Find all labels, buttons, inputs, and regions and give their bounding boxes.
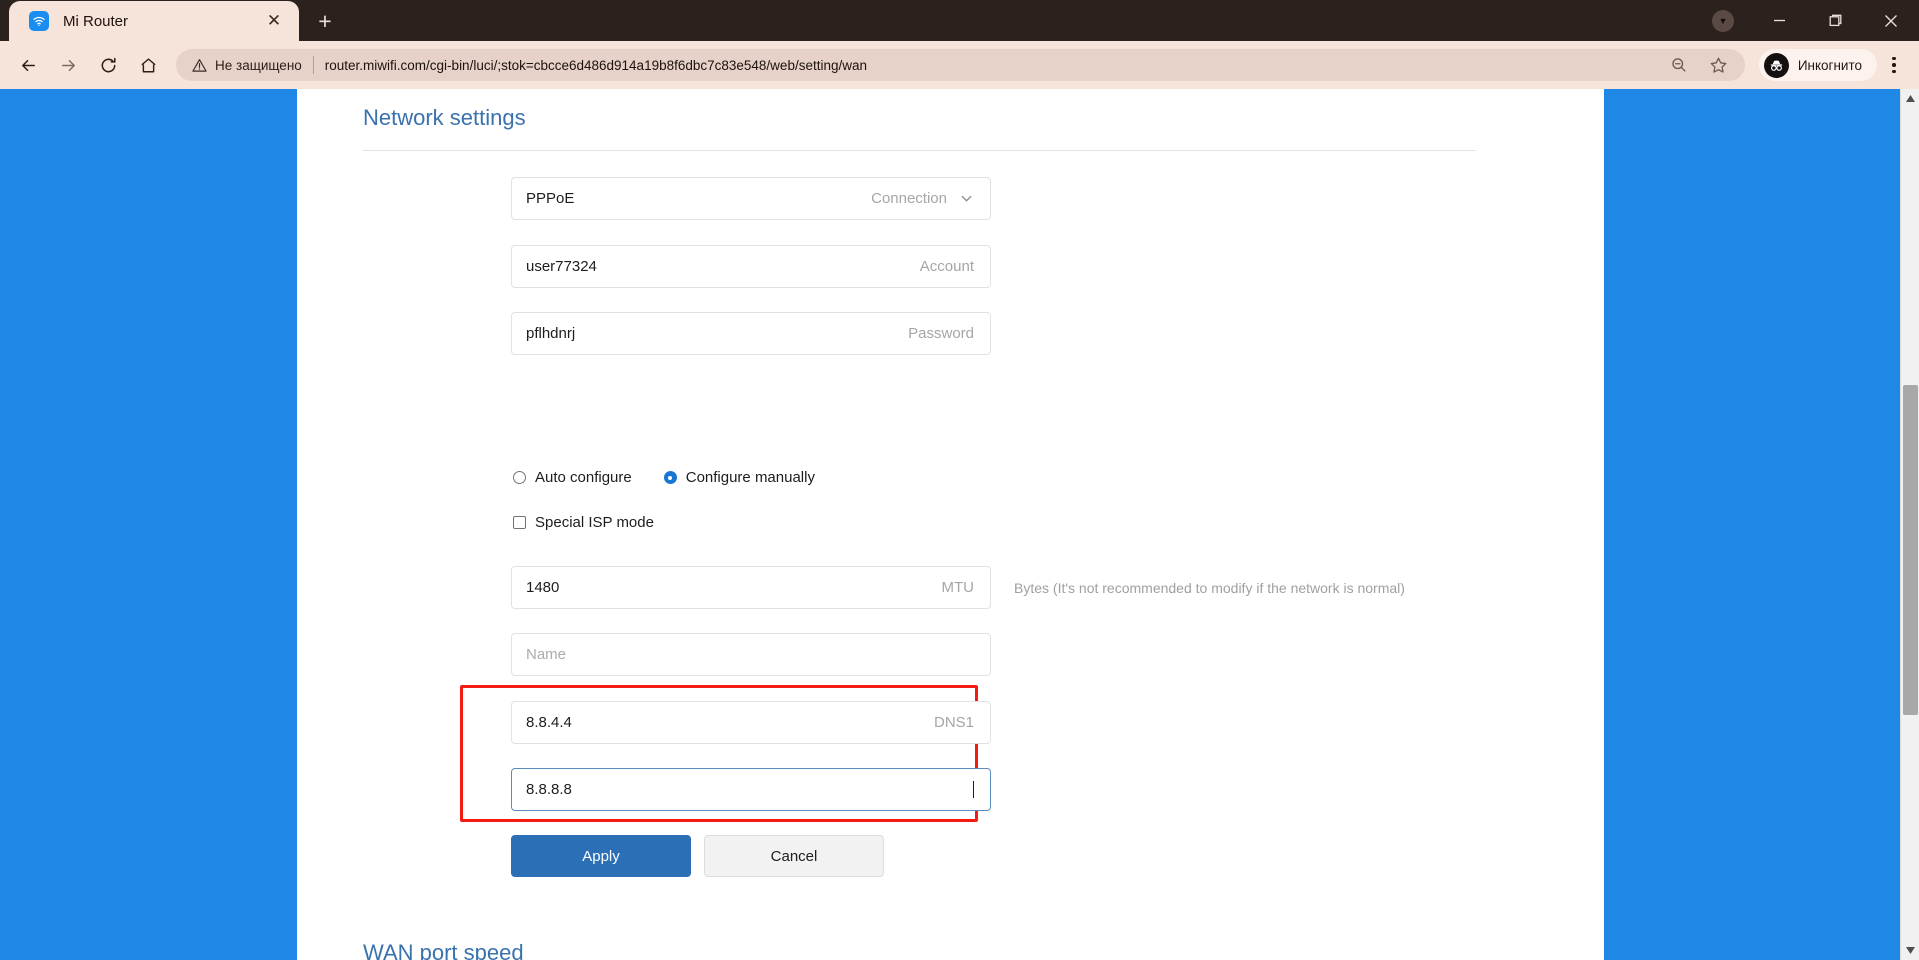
scroll-down-arrow-icon[interactable] <box>1901 941 1919 960</box>
special-isp-mode-row: Special ISP mode <box>513 514 686 531</box>
connection-select[interactable]: PPPoE Connection <box>511 177 991 220</box>
kebab-menu-icon[interactable] <box>1879 48 1909 82</box>
password-input[interactable]: pflhdnrj Password <box>511 312 991 355</box>
mtu-input[interactable]: 1480 MTU <box>511 566 991 609</box>
name-placeholder: Name <box>526 646 567 663</box>
new-tab-button[interactable]: + <box>308 4 342 38</box>
account-input[interactable]: user77324 Account <box>511 245 991 288</box>
mtu-value: 1480 <box>526 579 560 596</box>
chevron-down-icon: ▼ <box>1712 9 1734 32</box>
checkbox-icon-unchecked[interactable] <box>513 516 526 529</box>
zoom-out-icon[interactable] <box>1662 48 1696 82</box>
close-icon[interactable]: ✕ <box>261 8 287 34</box>
omnibox-actions <box>1659 48 1739 82</box>
window-controls: ▼ <box>1695 0 1919 41</box>
mtu-hint-text: Bytes (It's not recommended to modify if… <box>1014 580 1405 596</box>
radio-auto-configure-label: Auto configure <box>535 469 632 486</box>
reload-icon[interactable] <box>91 48 125 82</box>
dns1-input[interactable]: 8.8.4.4 DNS1 <box>511 701 991 744</box>
browser-toolbar: Не защищено router.miwifi.com/cgi-bin/lu… <box>0 41 1919 89</box>
forward-icon[interactable] <box>51 48 85 82</box>
network-settings-heading: Network settings <box>363 105 526 130</box>
radio-configure-manually[interactable]: Configure manually <box>663 469 815 486</box>
apply-button[interactable]: Apply <box>511 835 691 877</box>
dns1-value: 8.8.4.4 <box>526 714 572 731</box>
password-value: pflhdnrj <box>526 325 576 342</box>
not-secure-warning-icon <box>192 58 207 73</box>
chevron-down-icon <box>959 191 974 206</box>
omnibox-separator <box>312 56 314 74</box>
star-icon[interactable] <box>1702 48 1736 82</box>
incognito-icon <box>1763 52 1789 78</box>
radio-configure-manually-label: Configure manually <box>685 469 815 486</box>
tab-title: Mi Router <box>63 12 129 30</box>
wifi-icon <box>29 11 49 31</box>
back-icon[interactable] <box>11 48 45 82</box>
checkbox-special-isp-mode[interactable]: Special ISP mode <box>513 514 654 531</box>
text-cursor <box>973 781 974 798</box>
account-label: Account <box>919 258 974 275</box>
wan-port-speed-heading: WAN port speed <box>363 940 524 960</box>
scrollbar-thumb[interactable] <box>1903 385 1918 715</box>
browser-window: Mi Router ✕ + ▼ Не защищено router.miwif… <box>0 0 1919 960</box>
minimize-button[interactable] <box>1751 0 1807 41</box>
dns2-value: 8.8.8.8 <box>526 781 572 798</box>
window-close-button[interactable] <box>1863 0 1919 41</box>
browser-titlebar: Mi Router ✕ + ▼ <box>0 0 1919 41</box>
connection-label: Connection <box>871 190 947 207</box>
radio-auto-configure[interactable]: Auto configure <box>513 469 632 486</box>
radio-icon-unchecked[interactable] <box>513 471 526 484</box>
security-status-text: Не защищено <box>215 57 302 73</box>
page-viewport: Network settings PPPoE Connection user77… <box>0 89 1919 960</box>
url-text: router.miwifi.com/cgi-bin/luci/;stok=cbc… <box>324 57 867 73</box>
connection-value: PPPoE <box>526 190 575 207</box>
account-value: user77324 <box>526 258 597 275</box>
name-input[interactable]: Name <box>511 633 991 676</box>
address-bar[interactable]: Не защищено router.miwifi.com/cgi-bin/lu… <box>176 49 1745 81</box>
maximize-button[interactable] <box>1807 0 1863 41</box>
incognito-indicator[interactable]: Инкогнито <box>1758 49 1877 81</box>
kebab-dot <box>1892 63 1896 67</box>
router-settings-panel: Network settings PPPoE Connection user77… <box>297 89 1604 960</box>
home-icon[interactable] <box>131 48 165 82</box>
dns1-label: DNS1 <box>933 714 974 731</box>
tab-search-button[interactable]: ▼ <box>1695 0 1751 41</box>
cancel-button[interactable]: Cancel <box>704 835 884 877</box>
configure-mode-radio-group: Auto configure Configure manually <box>513 469 847 486</box>
incognito-label: Инкогнито <box>1797 57 1862 73</box>
kebab-dot <box>1892 69 1896 74</box>
mtu-label: MTU <box>941 579 975 596</box>
password-label: Password <box>908 325 974 342</box>
checkbox-special-isp-mode-label: Special ISP mode <box>535 514 654 531</box>
browser-tab-mi-router[interactable]: Mi Router ✕ <box>9 1 299 41</box>
kebab-dot <box>1892 56 1896 61</box>
dns2-input[interactable]: 8.8.8.8 <box>511 768 991 811</box>
tab-strip: Mi Router ✕ + <box>0 0 342 41</box>
network-settings-divider <box>363 150 1476 151</box>
scroll-up-arrow-icon[interactable] <box>1901 89 1919 108</box>
page-scrollbar[interactable] <box>1900 89 1919 960</box>
radio-icon-checked[interactable] <box>663 471 677 484</box>
